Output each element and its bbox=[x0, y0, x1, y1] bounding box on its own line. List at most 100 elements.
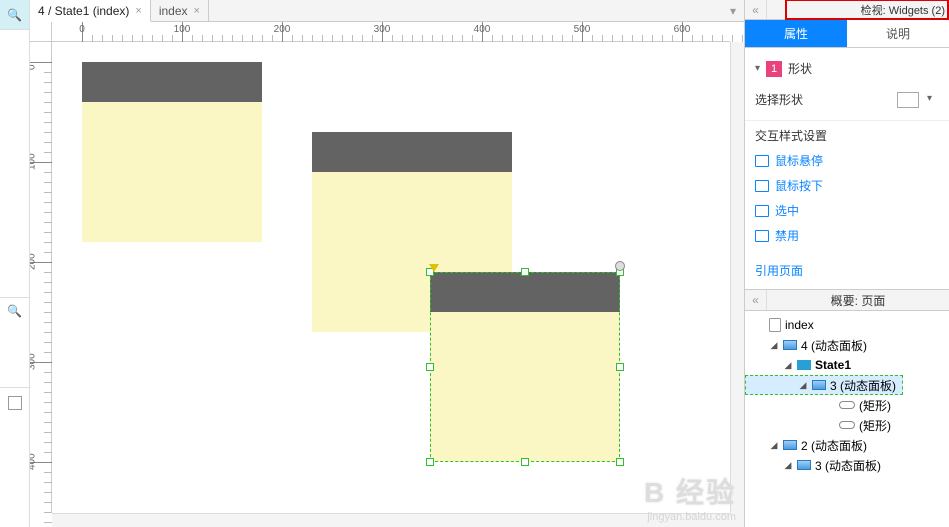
outline-node[interactable]: ◢ State1 bbox=[745, 355, 949, 375]
close-icon[interactable]: × bbox=[194, 5, 200, 17]
panel-icon bbox=[8, 396, 22, 410]
resize-handle[interactable] bbox=[521, 268, 529, 276]
interaction-style-mousedown[interactable]: 鼠标按下 bbox=[755, 173, 939, 198]
scrollbar-horizontal[interactable] bbox=[52, 513, 730, 527]
left-panel-a[interactable]: 🔍 bbox=[0, 297, 29, 387]
tab-0[interactable]: 4 / State1 (index) × bbox=[30, 0, 151, 22]
dp-icon bbox=[783, 440, 797, 450]
outline-node-label: index bbox=[785, 318, 814, 332]
ruler-tick-label: 200 bbox=[30, 253, 38, 270]
interaction-styles-list: 鼠标悬停鼠标按下选中禁用 bbox=[745, 148, 949, 256]
outline-node-label: State1 bbox=[815, 358, 851, 372]
outline-node[interactable]: ◢ 3 (动态面板) bbox=[745, 375, 903, 395]
ruler-tick-label: 100 bbox=[174, 24, 191, 35]
style-icon bbox=[755, 155, 769, 167]
dp-icon bbox=[812, 380, 826, 390]
close-icon[interactable]: × bbox=[135, 5, 141, 17]
outline-node-label: (矩形) bbox=[859, 397, 891, 414]
outline-tree: index◢4 (动态面板)◢State1◢3 (动态面板)◢State1(矩形… bbox=[745, 311, 949, 527]
resize-handle[interactable] bbox=[426, 363, 434, 371]
outline-node[interactable]: (矩形) bbox=[745, 395, 949, 415]
interaction-style-hover[interactable]: 鼠标悬停 bbox=[755, 148, 939, 173]
dp-icon bbox=[797, 460, 811, 470]
shape-section: ▾ 1 形状 选择形状 bbox=[745, 48, 949, 121]
tree-toggle-icon[interactable]: ◢ bbox=[783, 360, 793, 371]
resize-handle[interactable] bbox=[521, 458, 529, 466]
dp-icon bbox=[783, 340, 797, 350]
tree-toggle-icon[interactable]: ◢ bbox=[798, 380, 808, 391]
outline-node[interactable]: ◢ 3 (动态面板) bbox=[745, 455, 949, 475]
ruler-tick-label: 300 bbox=[30, 353, 38, 370]
ruler-tick-label: 600 bbox=[674, 24, 691, 35]
search-icon: 🔍 bbox=[7, 8, 22, 22]
page-icon bbox=[769, 318, 781, 332]
ruler-tick-label: 100 bbox=[30, 153, 38, 170]
ruler-corner bbox=[30, 22, 52, 42]
style-icon bbox=[755, 230, 769, 242]
outline-node[interactable]: ◢2 (动态面板) bbox=[745, 435, 949, 455]
shape-picker[interactable] bbox=[897, 92, 919, 108]
interaction-style-label: 鼠标悬停 bbox=[775, 152, 823, 169]
interaction-style-label: 禁用 bbox=[775, 227, 799, 244]
outline-header: « 概要: 页面 bbox=[745, 289, 949, 311]
count-badge: 1 bbox=[766, 61, 782, 77]
interaction-styles-title: 交互样式设置 bbox=[745, 121, 949, 148]
tool-search-a[interactable]: 🔍 bbox=[0, 0, 29, 30]
scrollbar-vertical[interactable] bbox=[730, 42, 744, 513]
tab-label: 4 / State1 (index) bbox=[38, 4, 129, 18]
left-panel-b[interactable] bbox=[0, 387, 29, 527]
tree-toggle-icon[interactable]: ◢ bbox=[783, 460, 793, 471]
rect-icon bbox=[839, 401, 855, 409]
tree-toggle-icon[interactable]: ◢ bbox=[769, 440, 779, 451]
annotation-highlight bbox=[785, 0, 949, 20]
tab-label: index bbox=[159, 4, 188, 18]
state-icon bbox=[797, 360, 811, 370]
tree-toggle-icon[interactable]: ◢ bbox=[769, 340, 779, 351]
tab-1[interactable]: index × bbox=[151, 0, 209, 21]
ruler-tick-label: 400 bbox=[30, 453, 38, 470]
tabbar-menu[interactable]: ▾ bbox=[722, 0, 744, 21]
connector-icon[interactable] bbox=[429, 264, 439, 272]
document-tabbar: 4 / State1 (index) × index × ▾ bbox=[30, 0, 744, 22]
tab-notes[interactable]: 说明 bbox=[847, 20, 949, 47]
outline-node-label: 3 (动态面板) bbox=[830, 377, 896, 394]
ruler-tick-label: 400 bbox=[474, 24, 491, 35]
ruler-tick-label: 500 bbox=[574, 24, 591, 35]
outline-node[interactable]: ◢ 4 (动态面板) bbox=[745, 335, 949, 355]
ruler-tick-label: 200 bbox=[274, 24, 291, 35]
outline-node-label: 4 (动态面板) bbox=[801, 337, 867, 354]
resize-handle[interactable] bbox=[616, 363, 624, 371]
outline-node[interactable]: index bbox=[745, 315, 949, 335]
ruler-vertical: 0 100 200 300 400 bbox=[30, 42, 52, 513]
interaction-style-label: 选中 bbox=[775, 202, 799, 219]
ruler-tick-label: 0 bbox=[30, 64, 38, 70]
resize-handle[interactable] bbox=[426, 458, 434, 466]
rect-icon bbox=[839, 421, 855, 429]
select-shape-label: 选择形状 bbox=[755, 91, 803, 108]
interaction-style-disabled[interactable]: 禁用 bbox=[755, 223, 939, 248]
style-icon bbox=[755, 180, 769, 192]
right-panel: « 检视: Widgets (2) 属性 说明 ▾ 1 形状 选择形状 交互样式… bbox=[744, 0, 949, 527]
outline-node-label: 3 (动态面板) bbox=[815, 457, 881, 474]
interaction-style-selected[interactable]: 选中 bbox=[755, 198, 939, 223]
outline-node[interactable]: (矩形) bbox=[745, 415, 949, 435]
collapse-icon[interactable]: « bbox=[745, 0, 767, 19]
style-icon bbox=[755, 205, 769, 217]
collapse-icon[interactable]: « bbox=[745, 290, 767, 310]
selection-outline bbox=[430, 272, 620, 462]
search-icon: 🔍 bbox=[7, 304, 22, 318]
resize-handle[interactable] bbox=[616, 458, 624, 466]
tab-properties[interactable]: 属性 bbox=[745, 20, 847, 47]
editor: 0100200300400500600 0100200300400 B 经验 j… bbox=[30, 22, 744, 527]
canvas-widget[interactable] bbox=[82, 62, 262, 242]
canvas[interactable] bbox=[52, 42, 730, 513]
ruler-horizontal: 0 100 200 300 400 500 600 bbox=[52, 22, 730, 42]
inspector-header: « 检视: Widgets (2) bbox=[745, 0, 949, 20]
chevron-down-icon[interactable]: ▾ bbox=[755, 63, 760, 74]
scrollbar-corner bbox=[730, 513, 744, 527]
reference-page[interactable]: 引用页面 bbox=[745, 256, 949, 289]
inspector-tabs: 属性 说明 bbox=[745, 20, 949, 48]
ruler-tick-label: 0 bbox=[79, 24, 85, 35]
rotate-handle[interactable] bbox=[615, 261, 625, 271]
ruler-tick-label: 300 bbox=[374, 24, 391, 35]
